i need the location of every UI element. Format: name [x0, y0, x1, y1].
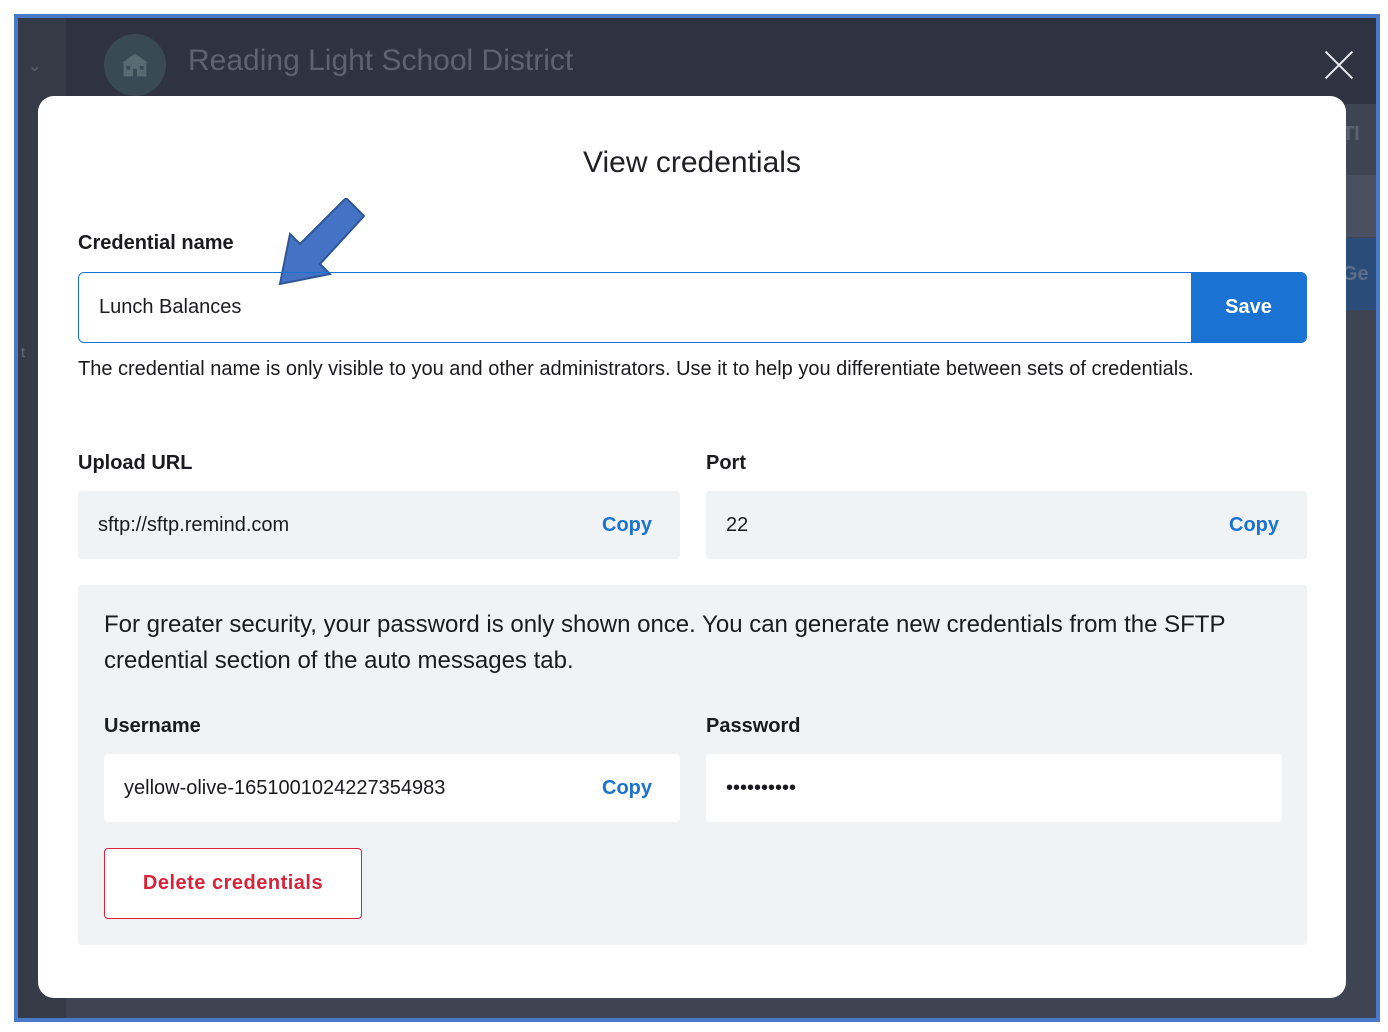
password-value: ••••••••••: [726, 776, 797, 799]
upload-url-field: sftp://sftp.remind.com Copy: [78, 491, 680, 559]
background-button-peek: Ge: [1342, 238, 1376, 310]
security-note: For greater security, your password is o…: [104, 611, 1226, 674]
port-field: 22 Copy: [706, 491, 1307, 559]
security-panel: For greater security, your password is o…: [78, 585, 1307, 945]
chevron-down-icon: ⌄: [28, 58, 42, 75]
credential-name-help: The credential name is only visible to y…: [78, 358, 1194, 380]
school-logo-icon: [104, 34, 166, 96]
background-tab-peek: TI: [1342, 123, 1360, 145]
port-value: 22: [726, 513, 749, 536]
username-value: yellow-olive-1651001024227354983: [124, 776, 446, 799]
upload-url-value: sftp://sftp.remind.com: [98, 513, 290, 536]
upload-url-label: Upload URL: [78, 452, 193, 474]
background-strip: [1342, 175, 1376, 237]
modal-title: View credentials: [583, 146, 801, 179]
username-label: Username: [104, 715, 201, 737]
password-field[interactable]: ••••••••••: [706, 754, 1282, 822]
credential-name-input[interactable]: [79, 273, 1191, 342]
copy-username-button[interactable]: Copy: [602, 777, 652, 800]
close-icon[interactable]: [1324, 50, 1354, 80]
delete-credentials-button[interactable]: Delete credentials: [104, 848, 362, 919]
save-button[interactable]: Save: [1191, 273, 1306, 342]
port-label: Port: [706, 452, 746, 474]
credential-name-field: Save: [78, 272, 1307, 343]
screenshot-frame: ⌄ t Reading Light School District TI Ge …: [14, 14, 1380, 1022]
copy-port-button[interactable]: Copy: [1229, 514, 1279, 537]
background-fragment: t: [21, 344, 25, 360]
district-name: Reading Light School District: [188, 44, 574, 77]
credential-name-label: Credential name: [78, 232, 234, 254]
username-field: yellow-olive-1651001024227354983 Copy: [104, 754, 680, 822]
view-credentials-modal: View credentials Credential name Save Th…: [38, 96, 1346, 998]
copy-upload-url-button[interactable]: Copy: [602, 514, 652, 537]
password-label: Password: [706, 715, 801, 737]
